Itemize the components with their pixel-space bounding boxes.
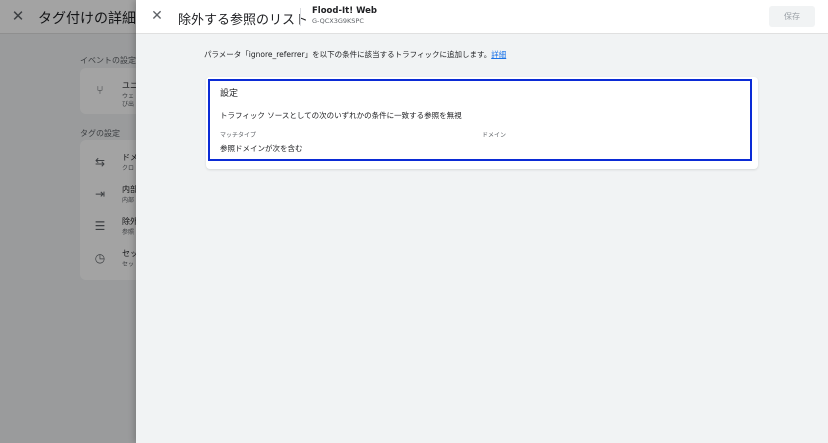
panel-title: 除外する参照のリスト (178, 13, 309, 28)
match-type-column-header: マッチタイプ (220, 132, 257, 139)
header-divider (300, 8, 301, 26)
settings-card-title: 設定 (220, 89, 239, 99)
save-button[interactable]: 保存 (769, 6, 815, 27)
domain-column-header: ドメイン (482, 132, 507, 139)
panel-description: パラメータ「ignore_referrer」を以下の条件に該当するトラフィックに… (204, 49, 506, 60)
referral-exclusion-panel: ✕ 除外する参照のリスト Flood-It! Web G-QCX3G9KSPC … (136, 0, 828, 443)
stream-name: Flood-It! Web (312, 6, 377, 16)
panel-header: ✕ 除外する参照のリスト Flood-It! Web G-QCX3G9KSPC … (136, 0, 828, 34)
learn-more-link[interactable]: 詳細 (491, 50, 506, 59)
close-icon[interactable]: ✕ (150, 9, 164, 23)
match-type-value[interactable]: 参照ドメインが次を含む (220, 143, 303, 154)
description-text: パラメータ「ignore_referrer」を以下の条件に該当するトラフィックに… (204, 50, 492, 59)
condition-text: トラフィック ソースとしての次のいずれかの条件に一致する参照を無視 (220, 111, 462, 120)
stream-id: G-QCX3G9KSPC (312, 17, 364, 25)
